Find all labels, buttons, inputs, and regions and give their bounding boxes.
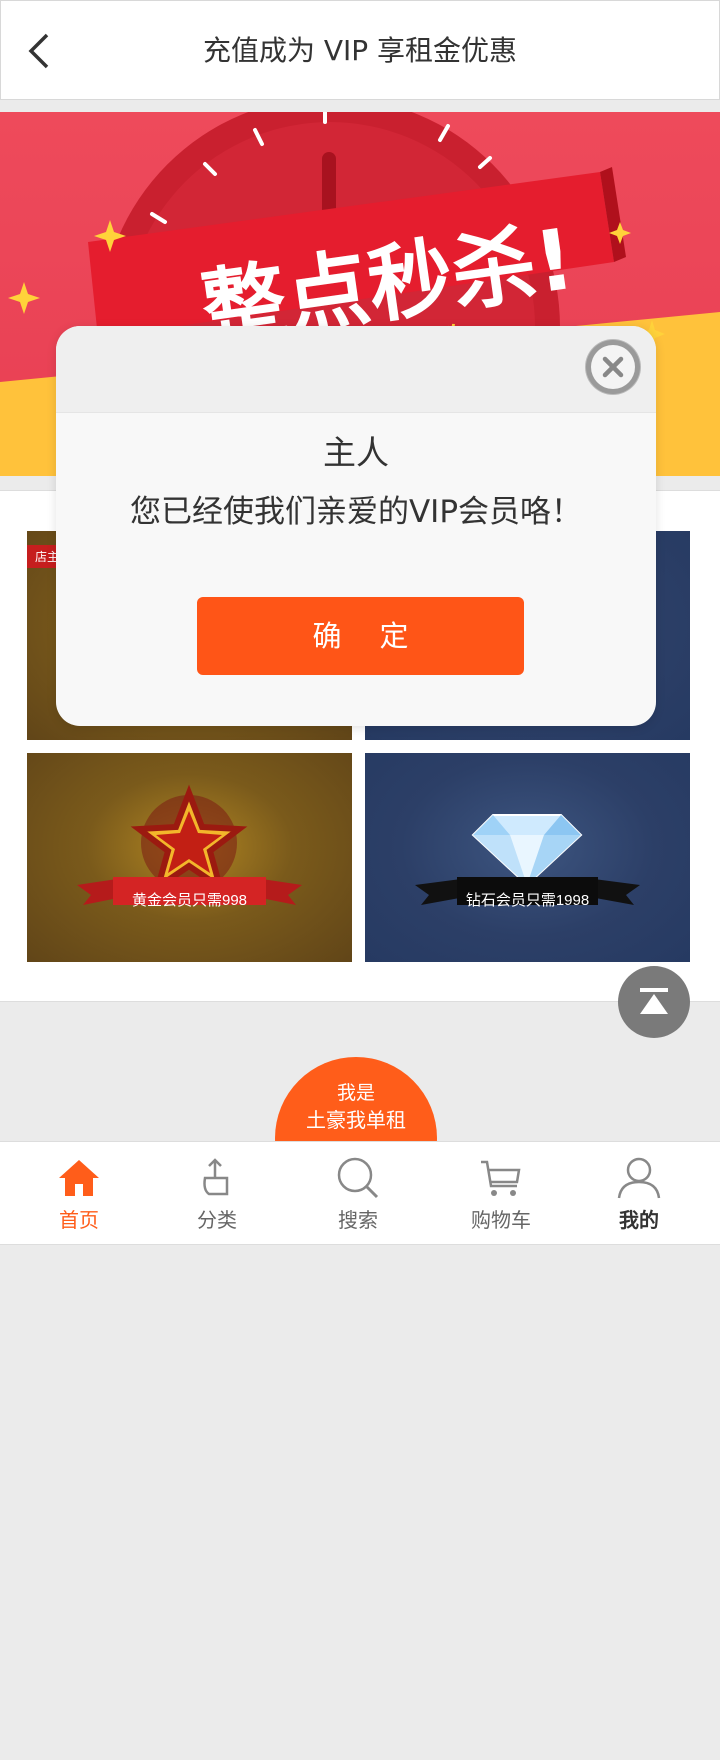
close-icon <box>591 345 635 389</box>
tab-home[interactable]: 首页 <box>19 1142 139 1244</box>
membership-card-diamond[interactable]: 钻石会员只需1998 <box>365 753 690 962</box>
diamond-card-label: 钻石会员只需1998 <box>465 892 590 909</box>
vip-bubble-line2: 土豪我单租 <box>306 1108 406 1132</box>
search-icon <box>337 1157 379 1199</box>
cart-icon <box>481 1160 521 1196</box>
tab-category-label: 分类 <box>197 1208 237 1232</box>
tab-home-label: 首页 <box>59 1208 99 1232</box>
tab-profile-label: 我的 <box>619 1208 659 1232</box>
tab-cart-label: 购物车 <box>471 1208 531 1232</box>
star-badge-icon <box>77 784 302 905</box>
dialog-title: 主人 <box>323 433 389 472</box>
dialog-close-button[interactable] <box>586 340 640 394</box>
user-icon <box>617 1157 661 1199</box>
page-title: 充值成为 VIP 享租金优惠 <box>202 34 518 67</box>
page: 充值成为 VIP 享租金优惠 整点秒杀! 店主 黄金会员只需998 钻石会员只需… <box>0 0 720 1760</box>
scroll-to-top-button[interactable] <box>618 966 690 1038</box>
bottom-tab-bar: 首页 分类 搜索 购物车 我的 <box>0 1141 720 1245</box>
confirm-button[interactable]: 确定 <box>197 597 524 675</box>
tab-cart[interactable]: 购物车 <box>441 1142 561 1244</box>
top-header: 充值成为 VIP 享租金优惠 <box>0 0 720 100</box>
membership-card-gold[interactable]: 黄金会员只需998 <box>27 753 352 962</box>
gold-card-label: 黄金会员只需998 <box>131 892 248 909</box>
vip-confirm-dialog: 主人 您已经使我们亲爱的VIP会员咯！ 确定 <box>56 326 656 726</box>
dialog-message: 您已经使我们亲爱的VIP会员咯！ <box>129 494 583 530</box>
vip-bubble-line1: 我是 <box>336 1082 375 1104</box>
tab-search-label: 搜索 <box>338 1208 378 1232</box>
tab-search[interactable]: 搜索 <box>298 1142 418 1244</box>
home-icon <box>59 1160 99 1196</box>
dialog-header <box>56 326 656 413</box>
scroll-to-top-icon <box>640 988 668 1014</box>
category-hand-icon <box>203 1158 229 1196</box>
tab-profile[interactable]: 我的 <box>579 1142 699 1244</box>
tab-category[interactable]: 分类 <box>157 1142 277 1244</box>
diamond-icon <box>415 814 640 905</box>
